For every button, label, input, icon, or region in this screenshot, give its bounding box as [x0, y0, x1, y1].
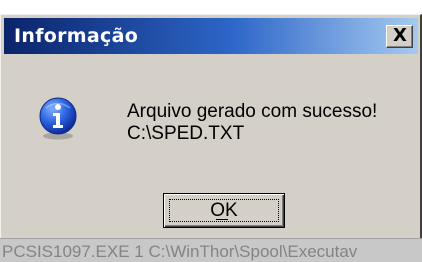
close-button[interactable]: X	[386, 25, 413, 48]
message-line-1: Arquivo gerado com sucesso!	[127, 101, 378, 122]
statusbar: PCSIS1097.EXE 1 C:\WinThor\Spool\Executa…	[0, 238, 422, 262]
dialog-title: Informação	[14, 25, 139, 47]
screen: Informação X Arquivo gerado com sucesso!…	[0, 0, 422, 262]
dialog-titlebar[interactable]: Informação X	[4, 18, 418, 54]
status-text: PCSIS1097.EXE 1 C:\WinThor\Spool\Executa…	[2, 242, 358, 261]
info-icon	[39, 97, 77, 140]
close-icon: X	[393, 25, 407, 46]
ok-mnemonic-underline	[216, 219, 228, 220]
info-dialog: Informação X Arquivo gerado com sucesso!…	[0, 14, 422, 246]
message-line-2: C:\SPED.TXT	[127, 123, 245, 144]
message-text: Arquivo gerado com sucesso! C:\SPED.TXT	[127, 101, 377, 145]
ok-button[interactable]: OK	[163, 193, 285, 228]
